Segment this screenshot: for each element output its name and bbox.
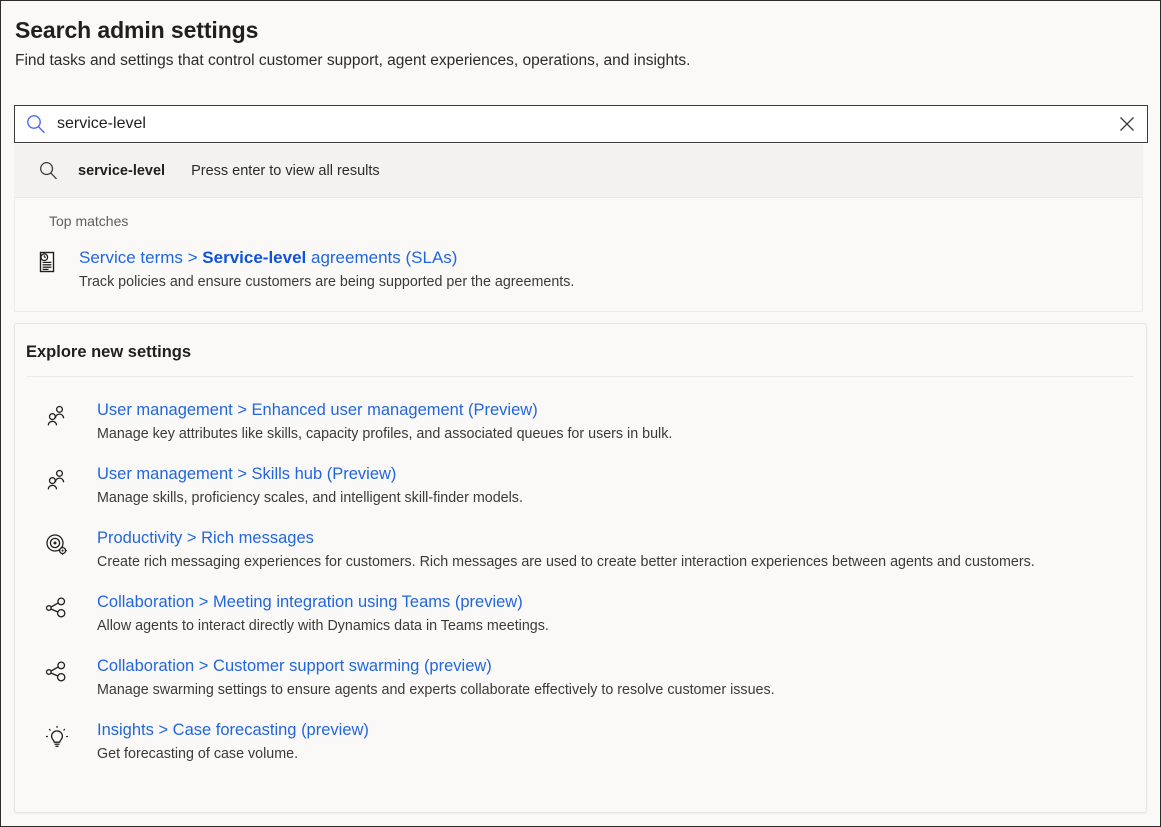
- list-item-body: Productivity > Rich messages Create rich…: [97, 527, 1146, 573]
- suggestion-term: service-level: [78, 163, 165, 179]
- top-match-result[interactable]: Service terms > Service-level agreements…: [15, 232, 1142, 293]
- list-item-link[interactable]: Insights > Case forecasting (preview): [97, 719, 1146, 742]
- list-item-body: Collaboration > Meeting integration usin…: [97, 591, 1146, 637]
- link-prefix: Service terms >: [79, 248, 202, 267]
- list-item-description: Create rich messaging experiences for cu…: [97, 552, 1146, 573]
- top-match-text: Service terms > Service-level agreements…: [79, 246, 1142, 293]
- link-highlight: Service-level: [202, 248, 306, 267]
- top-matches-label: Top matches: [15, 210, 1142, 232]
- list-item-link[interactable]: Collaboration > Meeting integration usin…: [97, 591, 1146, 614]
- target-settings-icon: [45, 527, 97, 573]
- list-item-body: User management > Skills hub (Preview) M…: [97, 463, 1146, 509]
- search-input[interactable]: [57, 106, 1107, 142]
- top-match-description: Track policies and ensure customers are …: [79, 272, 1142, 293]
- suggestion-hint: Press enter to view all results: [191, 163, 380, 179]
- list-item-description: Manage skills, proficiency scales, and i…: [97, 488, 1146, 509]
- list-item-link[interactable]: User management > Skills hub (Preview): [97, 463, 1146, 486]
- search-icon: [15, 113, 57, 135]
- clear-search-button[interactable]: [1107, 106, 1147, 142]
- list-item-link[interactable]: Collaboration > Customer support swarmin…: [97, 655, 1146, 678]
- list-item[interactable]: User management > Enhanced user manageme…: [15, 390, 1146, 454]
- list-item-link[interactable]: Productivity > Rich messages: [97, 527, 1146, 550]
- explore-list: User management > Enhanced user manageme…: [15, 377, 1146, 774]
- list-item-description: Manage swarming settings to ensure agent…: [97, 680, 1146, 701]
- list-item-body: Insights > Case forecasting (preview) Ge…: [97, 719, 1146, 765]
- explore-title: Explore new settings: [15, 324, 1146, 363]
- page-subtitle: Find tasks and settings that control cus…: [15, 50, 1160, 72]
- link-suffix: agreements (SLAs): [306, 248, 457, 267]
- share-nodes-icon: [45, 655, 97, 701]
- suggestion-row[interactable]: service-level Press enter to view all re…: [14, 144, 1143, 198]
- top-match-link[interactable]: Service terms > Service-level agreements…: [79, 246, 1142, 270]
- share-nodes-icon: [45, 591, 97, 637]
- top-matches-panel: Top matches Service terms > S: [14, 198, 1143, 312]
- list-item-description: Get forecasting of case volume.: [97, 744, 1146, 765]
- people-icon: [45, 399, 97, 445]
- lightbulb-icon: [45, 719, 97, 765]
- explore-new-settings-card: Explore new settings User management > E…: [14, 323, 1147, 813]
- list-item-link[interactable]: User management > Enhanced user manageme…: [97, 399, 1146, 422]
- list-item-description: Allow agents to interact directly with D…: [97, 616, 1146, 637]
- list-item-body: Collaboration > Customer support swarmin…: [97, 655, 1146, 701]
- list-item[interactable]: Productivity > Rich messages Create rich…: [15, 518, 1146, 582]
- list-item-description: Manage key attributes like skills, capac…: [97, 424, 1146, 445]
- close-icon: [1117, 114, 1137, 134]
- list-item[interactable]: Insights > Case forecasting (preview) Ge…: [15, 710, 1146, 774]
- search-admin-settings-page: Search admin settings Find tasks and set…: [0, 0, 1161, 827]
- sla-document-icon: [37, 246, 79, 293]
- people-icon: [45, 463, 97, 509]
- list-item-body: User management > Enhanced user manageme…: [97, 399, 1146, 445]
- page-title: Search admin settings: [15, 15, 1160, 45]
- page-header: Search admin settings Find tasks and set…: [1, 1, 1160, 72]
- list-item[interactable]: Collaboration > Meeting integration usin…: [15, 582, 1146, 646]
- search-icon: [38, 160, 78, 181]
- list-item[interactable]: Collaboration > Customer support swarmin…: [15, 646, 1146, 710]
- list-item[interactable]: User management > Skills hub (Preview) M…: [15, 454, 1146, 518]
- search-suggestions-dropdown: service-level Press enter to view all re…: [14, 144, 1143, 312]
- search-box[interactable]: [14, 105, 1148, 143]
